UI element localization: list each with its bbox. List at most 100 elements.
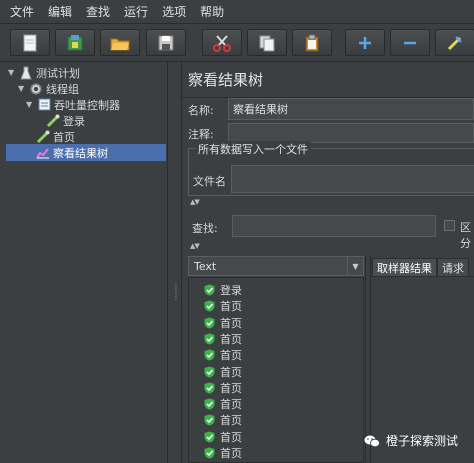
expand-arrow-icon[interactable]: ▼ bbox=[8, 68, 16, 77]
test-plan-icon bbox=[19, 66, 33, 80]
tree-label: 吞吐量控制器 bbox=[54, 98, 120, 112]
results-chart-icon bbox=[36, 146, 50, 160]
list-item[interactable]: 首页 bbox=[204, 445, 242, 461]
tree-node-thread-group[interactable]: ▼ 线程组 bbox=[18, 80, 79, 97]
paste-icon bbox=[305, 34, 319, 51]
menu-edit[interactable]: 编辑 bbox=[48, 3, 72, 20]
success-shield-icon bbox=[204, 366, 215, 377]
list-item[interactable]: 首页 bbox=[204, 298, 242, 314]
name-field[interactable]: 察看结果树 bbox=[228, 98, 474, 120]
save-icon bbox=[158, 35, 174, 50]
list-item[interactable]: 首页 bbox=[204, 429, 242, 445]
collapse-arrows-icon[interactable]: ▲▼ bbox=[190, 242, 200, 250]
menu-options[interactable]: 选项 bbox=[162, 3, 186, 20]
controller-icon bbox=[37, 98, 51, 112]
menu-bar: 文件 编辑 查找 运行 选项 帮助 bbox=[0, 0, 474, 24]
tab-request[interactable]: 请求 bbox=[437, 258, 469, 276]
view-results-tree-panel: 察看结果树 名称: 察看结果树 注释: 所有数据写入一个文件 文件名 ▲▼ 查找… bbox=[182, 62, 474, 463]
watermark: 橙子探索测试 bbox=[364, 432, 458, 449]
tree-node-login[interactable]: 登录 bbox=[46, 112, 85, 129]
name-label: 名称: bbox=[188, 104, 214, 117]
cut-button[interactable] bbox=[202, 29, 242, 56]
success-shield-icon bbox=[204, 317, 215, 329]
test-plan-tree: ▼ 测试计划 ▼ 线程组 ▼ 吞吐量控制器 登录 首页 察看结果树 bbox=[0, 62, 168, 463]
success-shield-icon bbox=[204, 333, 215, 345]
pipette-sampler-icon bbox=[46, 114, 60, 128]
save-button[interactable] bbox=[146, 29, 186, 56]
renderer-select[interactable]: Text ▼ bbox=[188, 256, 364, 276]
success-shield-icon bbox=[204, 431, 215, 443]
filename-label: 文件名 bbox=[193, 175, 226, 188]
expand-arrow-icon[interactable]: ▼ bbox=[26, 100, 34, 109]
toolbar bbox=[0, 24, 474, 62]
tree-node-view-results-tree[interactable]: 察看结果树 bbox=[6, 144, 166, 161]
tree-node-test-plan[interactable]: ▼ 测试计划 bbox=[8, 64, 80, 81]
list-item[interactable]: 首页 bbox=[204, 396, 242, 412]
watermark-text: 橙子探索测试 bbox=[386, 434, 459, 448]
list-item[interactable]: 登录 bbox=[204, 282, 242, 298]
result-tabs: 取样器结果 请求 bbox=[372, 256, 474, 276]
new-document-icon bbox=[23, 34, 37, 51]
comment-label: 注释: bbox=[188, 128, 214, 141]
panel-title: 察看结果树 bbox=[182, 62, 474, 98]
templates-icon bbox=[67, 34, 83, 50]
search-label: 查找: bbox=[192, 222, 218, 235]
new-button[interactable] bbox=[10, 29, 50, 56]
result-label: 首页 bbox=[220, 316, 242, 330]
list-item[interactable]: 首页 bbox=[204, 347, 242, 363]
result-label: 首页 bbox=[220, 447, 242, 460]
menu-run[interactable]: 运行 bbox=[124, 3, 148, 20]
tab-sampler-result[interactable]: 取样器结果 bbox=[372, 258, 437, 276]
splitter-grip-icon[interactable]: ⋮ ⋮ ⋮ bbox=[172, 283, 180, 301]
list-item[interactable]: 首页 bbox=[204, 331, 242, 347]
menu-help[interactable]: 帮助 bbox=[200, 3, 224, 20]
result-label: 首页 bbox=[220, 430, 242, 444]
toggle-button[interactable] bbox=[435, 29, 474, 56]
list-item[interactable]: 首页 bbox=[204, 380, 242, 396]
list-item[interactable]: 首页 bbox=[204, 315, 242, 331]
menu-file[interactable]: 文件 bbox=[10, 3, 34, 20]
paste-button[interactable] bbox=[292, 29, 332, 56]
success-shield-icon bbox=[204, 284, 215, 296]
renderer-selected-value: Text bbox=[194, 259, 217, 273]
list-item[interactable]: 首页 bbox=[204, 364, 242, 380]
comment-field[interactable] bbox=[228, 123, 474, 143]
result-label: 首页 bbox=[220, 414, 242, 428]
result-label: 首页 bbox=[220, 332, 242, 346]
success-shield-icon bbox=[204, 414, 215, 426]
copy-button[interactable] bbox=[247, 29, 287, 56]
result-label: 首页 bbox=[220, 381, 242, 395]
tree-label: 登录 bbox=[63, 114, 85, 128]
menu-search[interactable]: 查找 bbox=[86, 3, 110, 20]
result-label: 首页 bbox=[220, 349, 242, 363]
templates-button[interactable] bbox=[55, 29, 95, 56]
search-field[interactable] bbox=[232, 215, 436, 237]
chevron-down-icon[interactable]: ▼ bbox=[347, 257, 363, 275]
open-button[interactable] bbox=[100, 29, 140, 56]
tree-label: 线程组 bbox=[46, 82, 79, 96]
filename-field[interactable] bbox=[231, 165, 474, 193]
success-shield-icon bbox=[204, 300, 215, 312]
group-title: 所有数据写入一个文件 bbox=[195, 141, 311, 157]
success-shield-icon bbox=[204, 349, 215, 361]
list-item[interactable]: 首页 bbox=[204, 412, 242, 428]
success-shield-icon bbox=[204, 398, 215, 410]
collapse-all-button[interactable] bbox=[390, 29, 430, 56]
tree-label: 首页 bbox=[53, 130, 75, 144]
collapse-arrows-icon[interactable]: ▲▼ bbox=[190, 198, 200, 206]
expand-all-button[interactable] bbox=[345, 29, 385, 56]
pane-splitter[interactable]: ⋮ ⋮ ⋮ bbox=[168, 62, 182, 463]
tree-label: 察看结果树 bbox=[53, 146, 108, 160]
tree-node-throughput-controller[interactable]: ▼ 吞吐量控制器 bbox=[26, 96, 120, 113]
tree-node-home[interactable]: 首页 bbox=[36, 128, 75, 145]
results-list: 登录首页首页首页首页首页首页首页首页首页首页首页 bbox=[188, 277, 364, 463]
result-label: 首页 bbox=[220, 300, 242, 314]
write-to-file-group: 所有数据写入一个文件 文件名 bbox=[188, 141, 474, 196]
wechat-icon bbox=[364, 435, 380, 447]
toggle-icon bbox=[447, 35, 462, 50]
copy-icon bbox=[259, 35, 275, 51]
gear-icon bbox=[29, 82, 43, 96]
expand-arrow-icon[interactable]: ▼ bbox=[18, 84, 26, 93]
case-sensitive-label: 区分 bbox=[460, 221, 471, 250]
case-sensitive-checkbox[interactable] bbox=[444, 220, 455, 231]
